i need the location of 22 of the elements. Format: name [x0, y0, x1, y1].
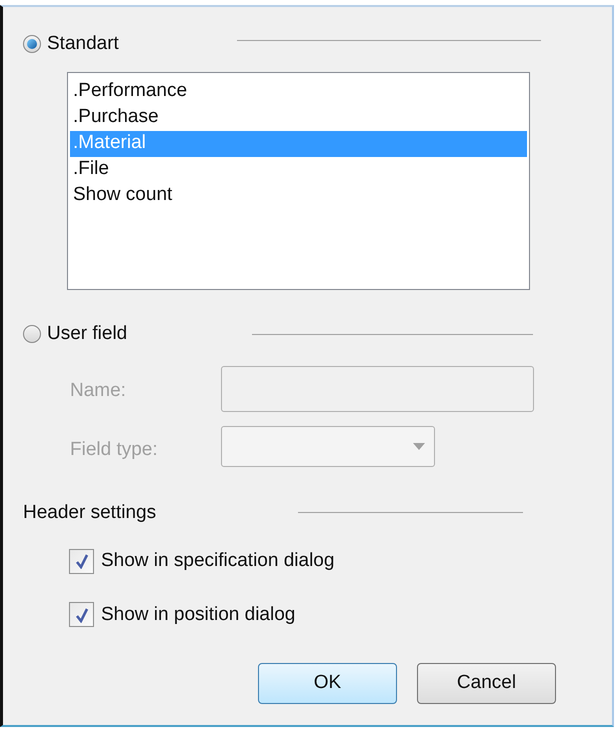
list-item[interactable]: .File: [70, 157, 527, 183]
radio-label: User field: [47, 322, 128, 346]
dialog-button[interactable]: Cancel: [417, 663, 556, 704]
radio-button[interactable]: [23, 35, 41, 54]
header-settings-label: Header settings: [23, 501, 156, 525]
list-item[interactable]: .Purchase: [70, 105, 527, 131]
radio-button[interactable]: [23, 325, 41, 344]
name-label: Name:: [70, 379, 126, 403]
checkbox[interactable]: [69, 602, 94, 628]
list-item[interactable]: .Performance: [70, 79, 527, 105]
checkbox-label: Show in position dialog: [101, 602, 296, 626]
radio-label: Standart: [47, 32, 119, 56]
check-mark-icon: [74, 606, 88, 623]
field-type-dropdown[interactable]: [221, 426, 435, 467]
checkbox[interactable]: [69, 548, 94, 574]
list-item[interactable]: Show count: [70, 183, 527, 209]
dialog-button[interactable]: OK: [258, 663, 397, 704]
list-box[interactable]: .Performance .Purchase .Material .File Show count: [67, 72, 530, 290]
checkbox-label: Show in specification dialog: [101, 549, 334, 573]
dropdown-arrow-icon: [413, 443, 425, 450]
field-type-label: Field type:: [70, 438, 158, 462]
check-mark-icon: [74, 553, 88, 570]
